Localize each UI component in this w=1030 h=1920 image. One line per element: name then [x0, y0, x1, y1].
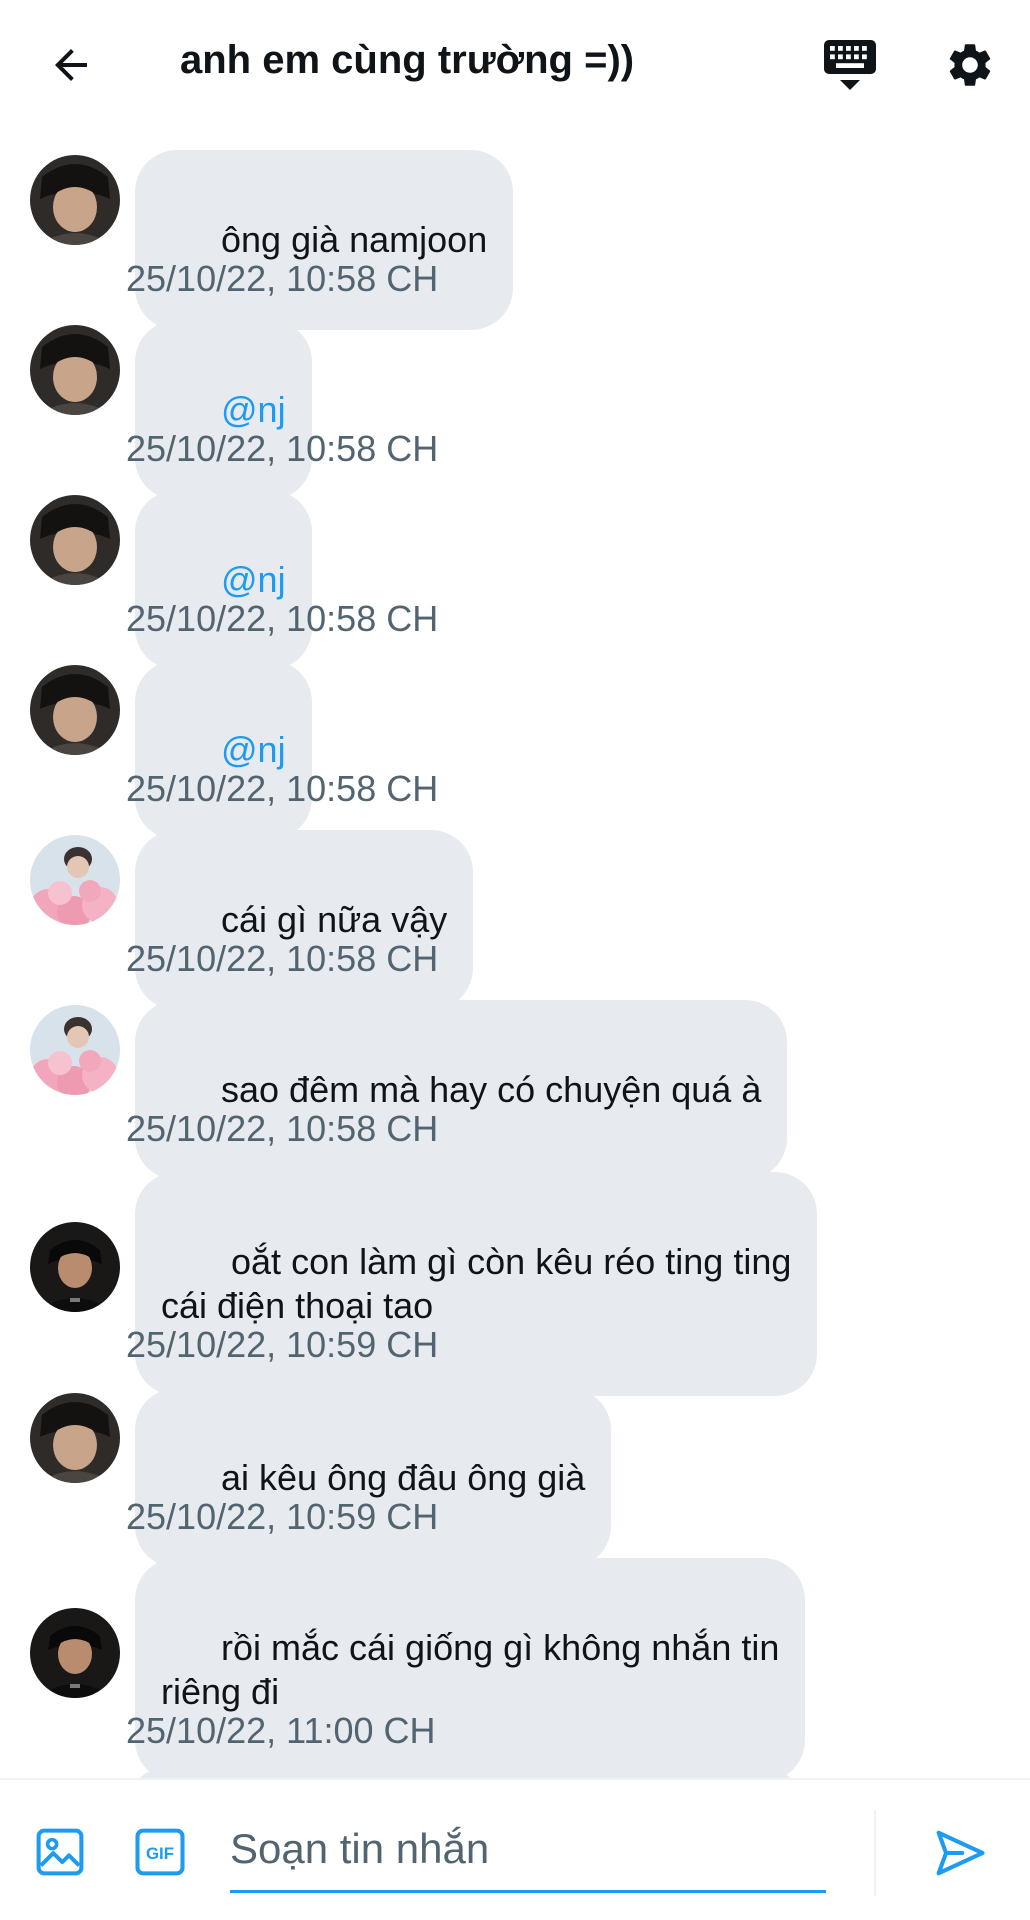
keyboard-icon: [823, 40, 876, 90]
message-list[interactable]: ông già namjoon 25/10/22, 10:58 CH @nj 2…: [0, 130, 1030, 1778]
message-timestamp: 25/10/22, 10:58 CH: [126, 768, 439, 809]
message-bubble[interactable]: @nj: [135, 660, 312, 840]
message-timestamp: 25/10/22, 11:00 CH: [126, 1710, 436, 1751]
message-timestamp: 25/10/22, 10:58 CH: [126, 598, 439, 639]
message-timestamp: 25/10/22, 10:58 CH: [126, 1108, 439, 1149]
add-gif-button[interactable]: GIF: [130, 1822, 190, 1882]
send-icon: [936, 1830, 985, 1876]
avatar[interactable]: [30, 1393, 120, 1483]
message-timestamp: 25/10/22, 10:59 CH: [126, 1496, 439, 1537]
back-button[interactable]: [36, 30, 106, 100]
gear-icon: [949, 44, 991, 86]
message-text: cái gì nữa vậy: [221, 899, 448, 940]
avatar[interactable]: [30, 495, 120, 585]
mention-link[interactable]: @nj: [221, 559, 286, 600]
avatar[interactable]: [30, 1608, 120, 1698]
gif-icon: GIF: [135, 1828, 185, 1876]
avatar[interactable]: [30, 665, 120, 755]
message-input[interactable]: [230, 1808, 826, 1893]
settings-button[interactable]: [935, 30, 1005, 100]
message-bubble[interactable]: sao đêm mà hay có chuyện quá à: [135, 1000, 788, 1180]
conversation-title: anh em cùng trường =)): [180, 38, 635, 82]
message-bubble[interactable]: ai kêu ông đâu ông già: [135, 1388, 612, 1568]
message-bubble-partial[interactable]: [135, 1771, 795, 1778]
add-image-button[interactable]: [30, 1822, 90, 1882]
message-bubble[interactable]: ông già namjoon: [135, 150, 514, 330]
message-bubble[interactable]: @nj: [135, 490, 312, 670]
message-text: rồi mắc cái giống gì không nhắn tin riên…: [161, 1627, 780, 1712]
message-timestamp: 25/10/22, 10:58 CH: [126, 258, 439, 299]
mention-link[interactable]: @nj: [221, 389, 286, 430]
avatar[interactable]: [30, 835, 120, 925]
mention-link[interactable]: @nj: [221, 729, 286, 770]
composer-divider: [874, 1810, 876, 1896]
send-button[interactable]: [925, 1818, 995, 1888]
message-timestamp: 25/10/22, 10:58 CH: [126, 428, 439, 469]
conversation-header: anh em cùng trường =)): [0, 0, 1030, 130]
message-bubble[interactable]: cái gì nữa vậy: [135, 830, 474, 1010]
image-icon: [36, 1828, 84, 1876]
message-bubble[interactable]: @nj: [135, 320, 312, 500]
message-text: ông già namjoon: [221, 219, 488, 260]
avatar[interactable]: [30, 1222, 120, 1312]
avatar[interactable]: [30, 325, 120, 415]
avatar[interactable]: [30, 1005, 120, 1095]
arrow-left-icon: [55, 49, 87, 81]
message-text: oắt con làm gì còn kêu réo ting ting cái…: [161, 1241, 792, 1326]
gif-label: GIF: [146, 1844, 174, 1863]
message-composer: GIF: [0, 1778, 1030, 1920]
message-text: ai kêu ông đâu ông già: [221, 1457, 586, 1498]
avatar[interactable]: [30, 155, 120, 245]
message-text: sao đêm mà hay có chuyện quá à: [221, 1069, 762, 1110]
message-timestamp: 25/10/22, 10:59 CH: [126, 1324, 439, 1365]
message-timestamp: 25/10/22, 10:58 CH: [126, 938, 439, 979]
keyboard-shortcuts-button[interactable]: [812, 30, 887, 100]
